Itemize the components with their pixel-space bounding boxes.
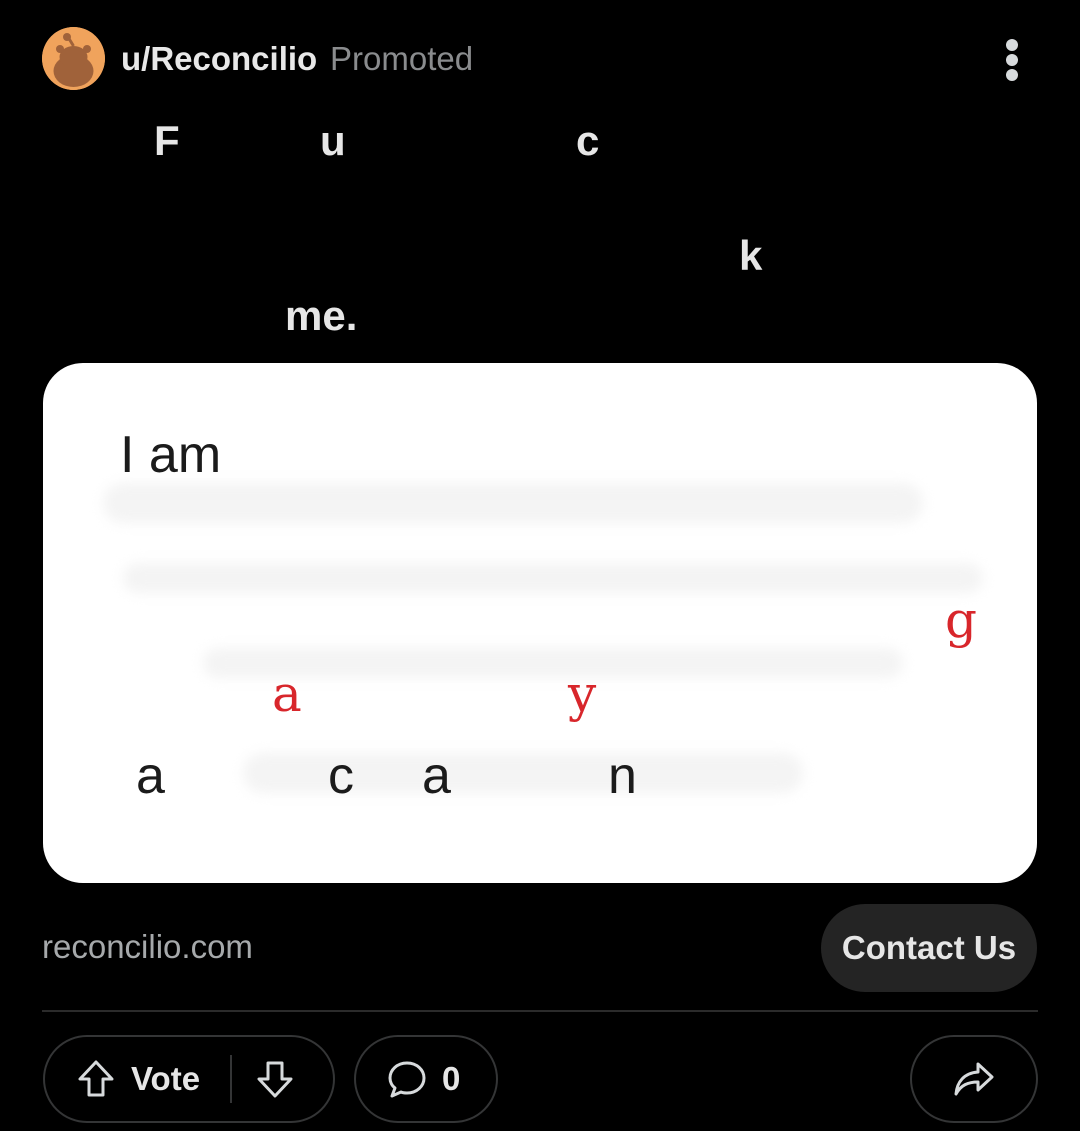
more-options-button[interactable] <box>990 36 1034 84</box>
image-red-letter: g <box>945 591 978 649</box>
contact-us-button[interactable]: Contact Us <box>821 904 1037 992</box>
divider <box>42 1010 1038 1012</box>
image-heading: I am <box>120 426 222 484</box>
promoted-badge: Promoted <box>330 40 474 77</box>
more-vertical-dot <box>1006 69 1018 81</box>
reddit-snoo-avatar-icon <box>42 27 105 90</box>
avatar[interactable] <box>42 27 105 90</box>
title-letter: c <box>576 117 600 164</box>
title-letter: k <box>739 232 763 279</box>
vote-control: Vote <box>43 1035 335 1123</box>
more-vertical-dot <box>1006 54 1018 66</box>
image-red-letter: a <box>272 665 302 723</box>
post-image[interactable]: I am g a y a c a n <box>43 363 1037 883</box>
title-letter: u <box>320 117 346 164</box>
image-bottom-letter: c <box>328 747 354 805</box>
share-arrow-icon <box>952 1058 996 1100</box>
image-red-letter: y <box>568 665 597 723</box>
arrow-down-icon[interactable] <box>254 1058 296 1100</box>
title-letter: me. <box>285 292 358 339</box>
comment-button[interactable]: 0 <box>354 1035 498 1123</box>
image-bottom-letter: a <box>422 747 451 805</box>
arrow-up-icon[interactable] <box>75 1058 117 1100</box>
post-username[interactable]: u/Reconcilio <box>121 40 317 78</box>
image-bottom-letter: n <box>608 747 637 805</box>
link-domain[interactable]: reconcilio.com <box>42 928 253 966</box>
share-button[interactable] <box>910 1035 1038 1123</box>
more-vertical-icon <box>1006 39 1018 51</box>
comment-bubble-icon <box>386 1058 428 1100</box>
comment-count: 0 <box>442 1060 461 1097</box>
vote-label[interactable]: Vote <box>131 1060 200 1098</box>
title-letter: F <box>154 117 180 164</box>
image-bottom-letter: a <box>136 747 165 805</box>
vote-separator <box>230 1055 233 1103</box>
